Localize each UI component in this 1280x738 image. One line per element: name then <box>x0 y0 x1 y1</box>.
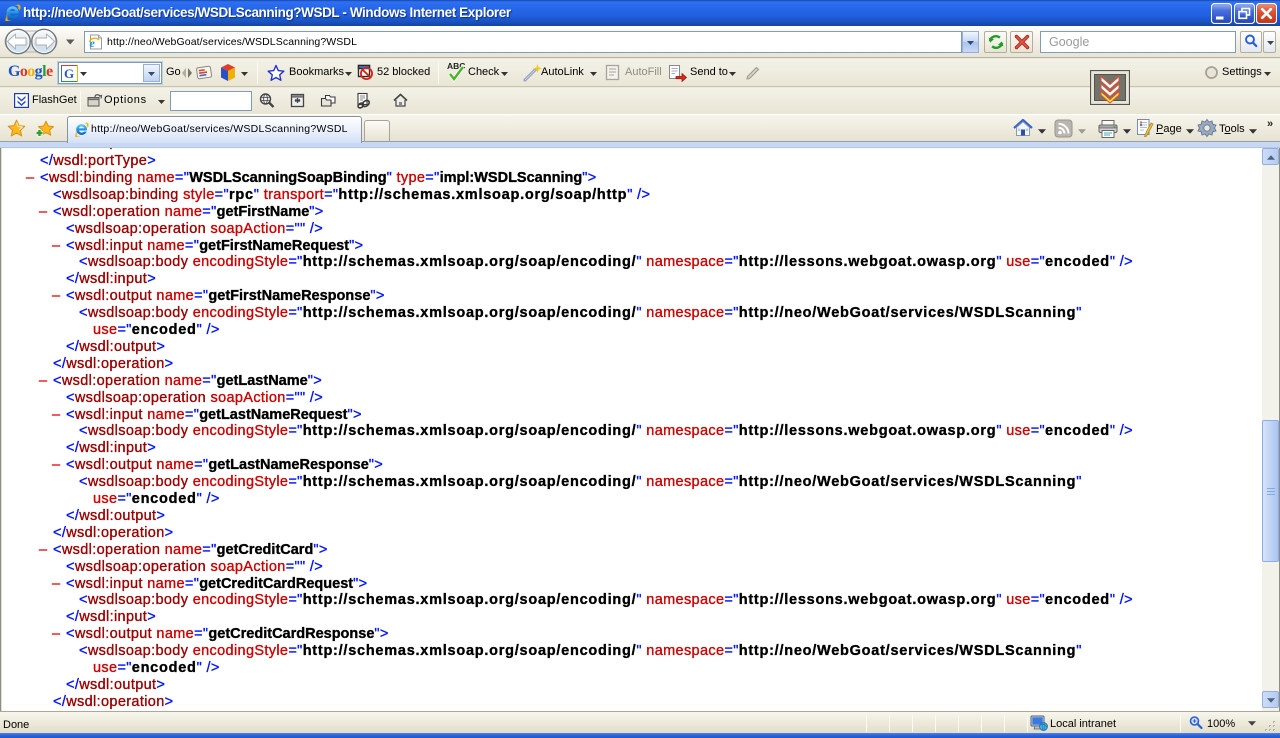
svg-text:G: G <box>64 66 74 81</box>
